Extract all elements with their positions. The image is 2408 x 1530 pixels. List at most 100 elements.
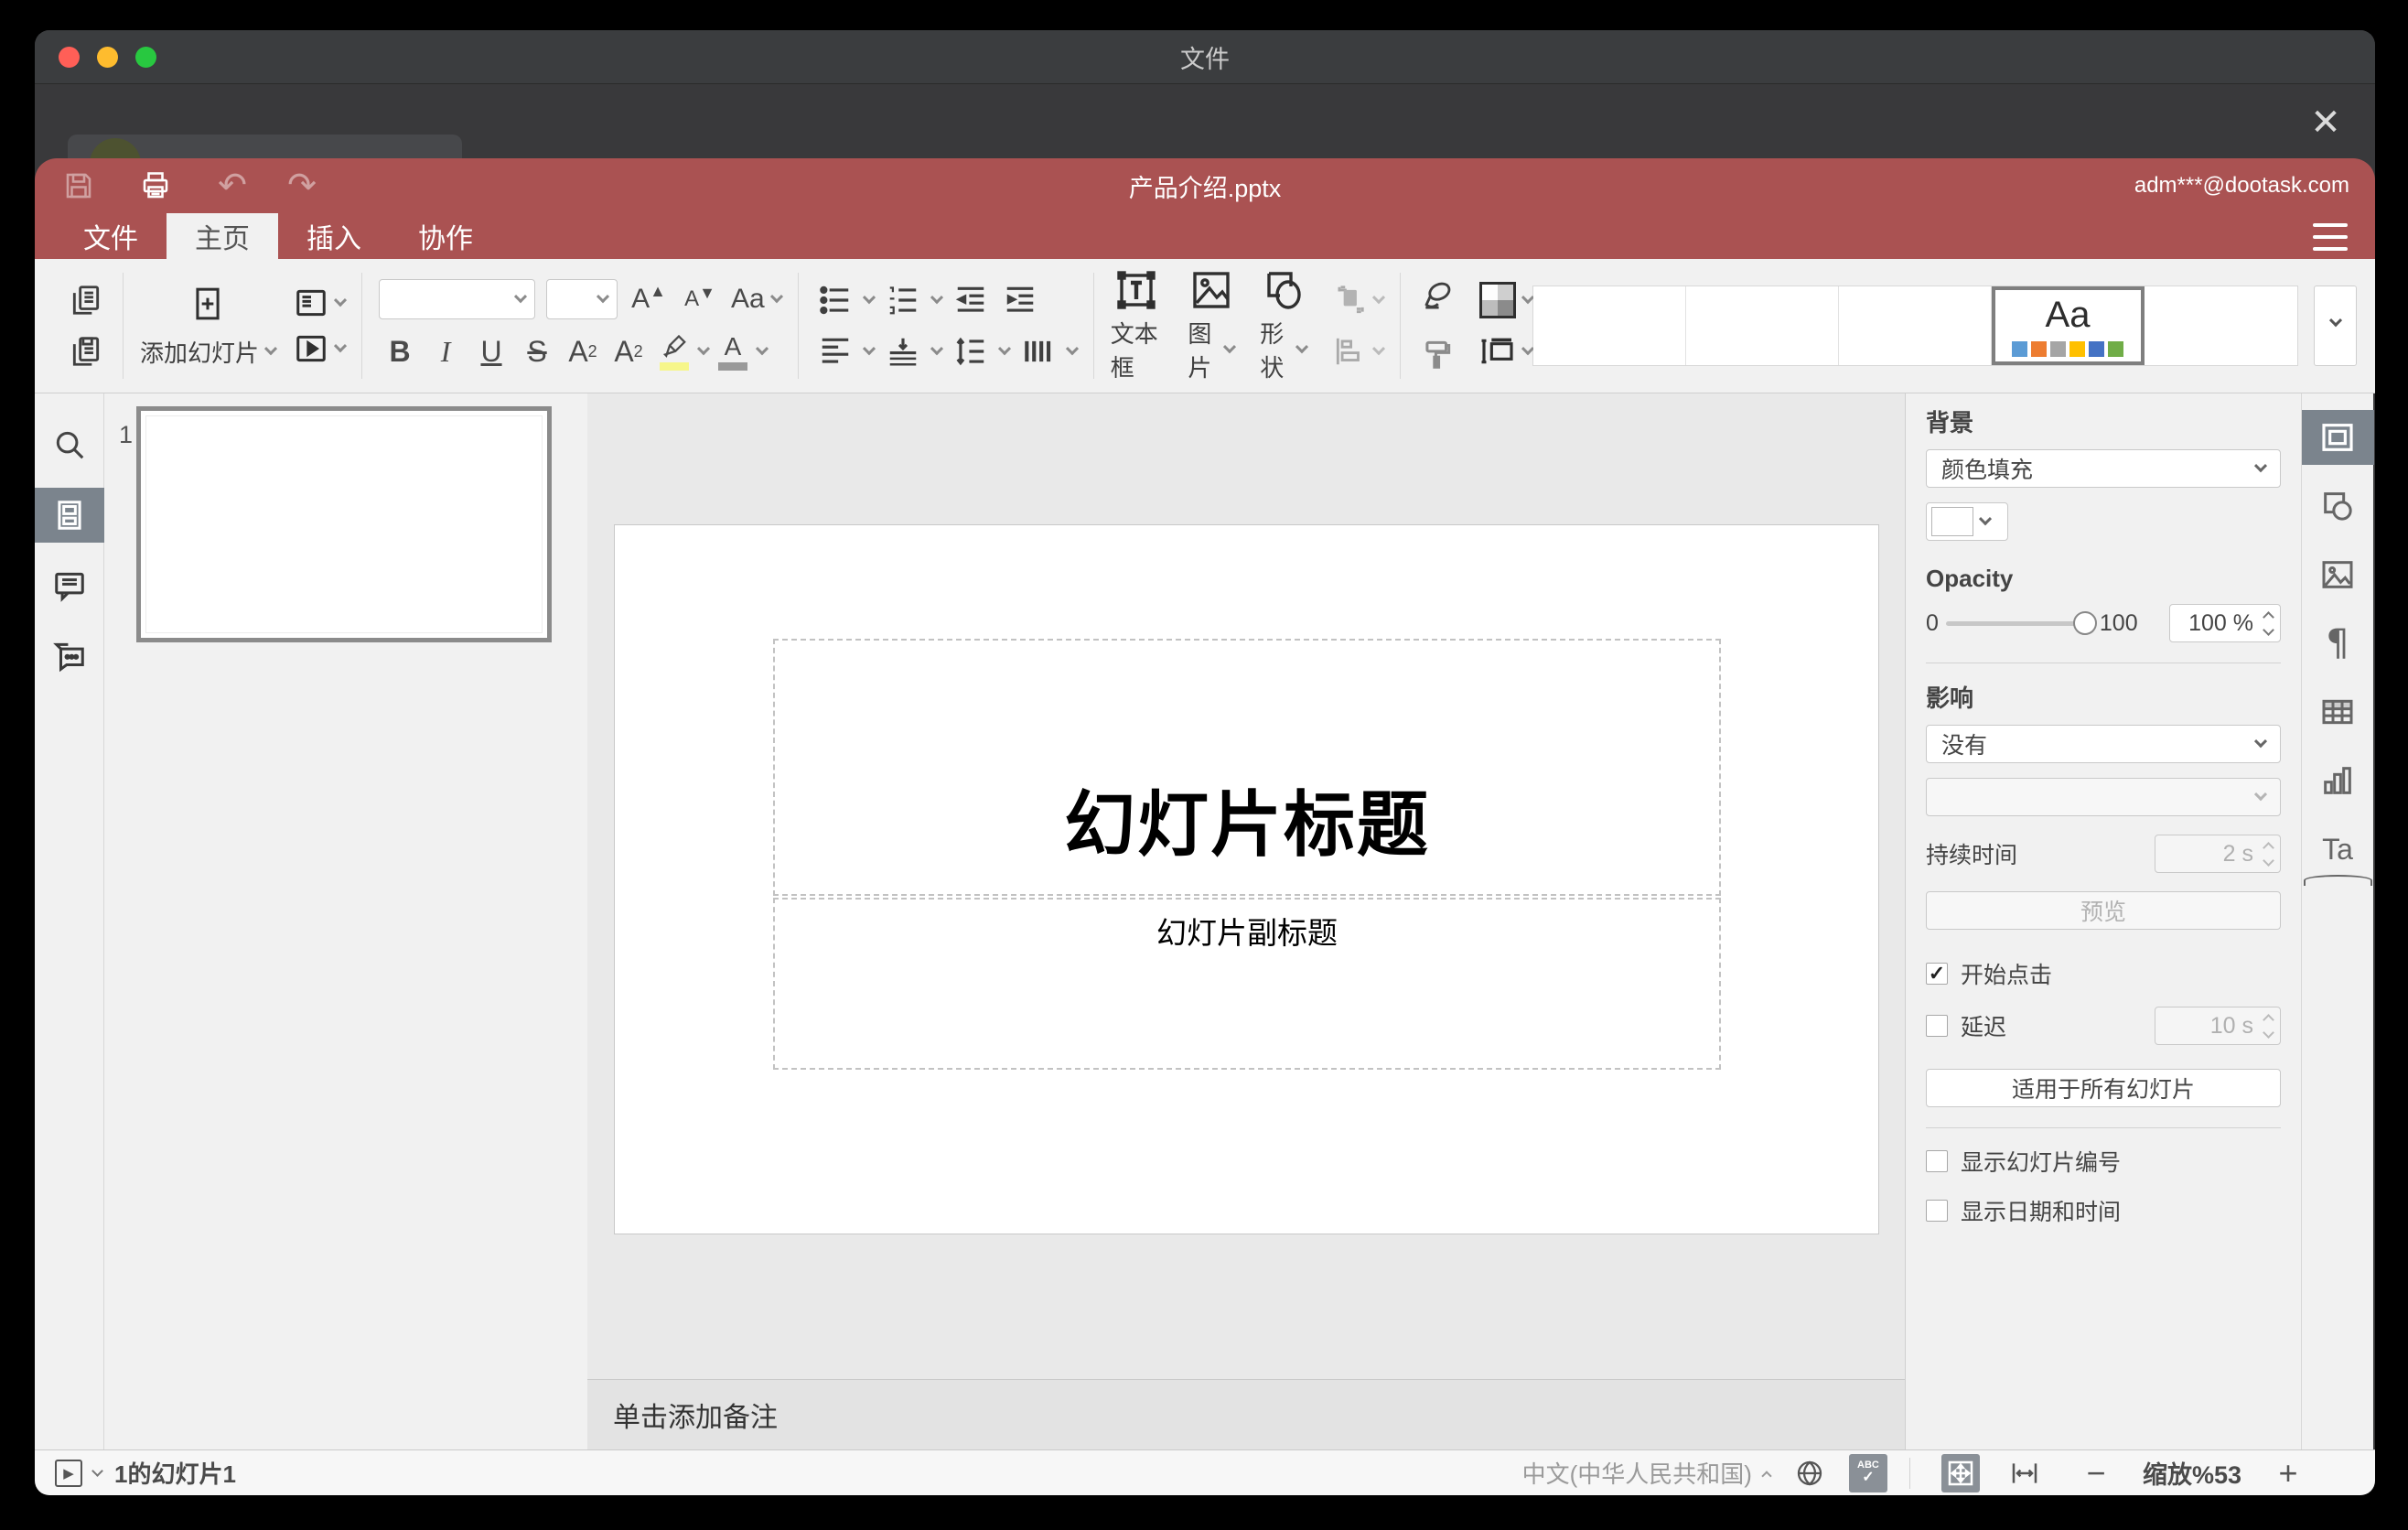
horizontal-align-icon[interactable] [815, 331, 855, 372]
background-color-picker[interactable] [1926, 502, 2008, 541]
background-fill-select[interactable]: 颜色填充 [1926, 449, 2281, 488]
shape-settings-icon[interactable] [2302, 479, 2374, 533]
insert-textbox-button[interactable]: 文本框 [1111, 268, 1163, 383]
superscript-icon[interactable]: A2 [562, 330, 604, 372]
slide-thumbnail[interactable] [136, 406, 552, 642]
editor-canvas[interactable]: 幻灯片标题 幻灯片副标题 [587, 393, 1905, 1379]
fit-width-icon[interactable] [2005, 1454, 2044, 1492]
insert-shape-button[interactable]: 形状 [1260, 268, 1309, 383]
show-date-time-checkbox[interactable] [1926, 1200, 1948, 1222]
paragraph-settings-icon[interactable]: ¶ [2302, 616, 2374, 671]
slide-title-text: 幻灯片标题 [1063, 784, 1430, 865]
chart-settings-icon[interactable] [2302, 753, 2374, 808]
theme-gallery-expand-button[interactable] [2314, 286, 2357, 366]
zoom-in-icon[interactable]: + [2273, 1454, 2304, 1492]
strikethrough-icon[interactable]: S [516, 330, 558, 372]
tab-file[interactable]: 文件 [55, 213, 167, 259]
preview-button[interactable]: 预览 [1926, 891, 2281, 930]
apply-to-all-slides-button[interactable]: 适用于所有幻灯片 [1926, 1069, 2281, 1107]
start-on-click-row[interactable]: ✓ 开始点击 [1926, 957, 2281, 990]
slide-layout-button[interactable] [294, 286, 348, 320]
table-settings-icon[interactable] [2302, 684, 2374, 739]
theme-colors-icon[interactable] [1479, 282, 1535, 318]
effect-type-select[interactable] [1926, 778, 2281, 816]
slide-settings-icon[interactable] [2301, 410, 2374, 465]
add-slide-button[interactable]: 添加幻灯片 [140, 335, 278, 369]
arrange-shape-icon[interactable] [1332, 283, 1386, 318]
copy-style-icon[interactable] [1417, 334, 1457, 374]
font-size-select[interactable] [546, 279, 618, 319]
start-on-click-checkbox[interactable]: ✓ [1926, 962, 1948, 985]
slide-position-label: 1的幻灯片1 [114, 1460, 236, 1488]
slide-size-icon[interactable] [1479, 333, 1535, 370]
toolbar: 添加幻灯片 A ▲ A ▼ Aa B I U S A 2 A 2 A 文本框 图… [35, 259, 2375, 393]
zoom-level-label: 缩放%53 [2142, 1461, 2241, 1489]
underline-icon[interactable]: U [470, 330, 512, 372]
subtitle-placeholder[interactable]: 幻灯片副标题 [773, 898, 1721, 1070]
document-language-button[interactable]: 中文(中华人民共和国) [1522, 1456, 1772, 1490]
highlight-color-icon[interactable] [653, 330, 695, 372]
numbered-list-icon[interactable] [883, 280, 923, 320]
opacity-spinner[interactable]: 100 % [2169, 604, 2281, 642]
opacity-label: Opacity [1926, 565, 2014, 592]
vertical-align-icon[interactable] [883, 331, 923, 372]
change-case-icon[interactable]: Aa [731, 279, 783, 319]
set-language-globe-icon[interactable] [1790, 1454, 1829, 1492]
font-color-icon[interactable]: A [712, 330, 754, 372]
theme-item-selected[interactable]: Aa [1992, 286, 2145, 365]
slides-panel-icon[interactable] [35, 488, 104, 543]
chat-icon[interactable] [35, 629, 104, 684]
italic-icon[interactable]: I [425, 330, 467, 372]
zoom-out-icon[interactable]: − [2080, 1454, 2112, 1492]
clear-style-icon[interactable] [1417, 277, 1457, 318]
delay-row: 延迟 10 s [1926, 1007, 2281, 1045]
theme-item[interactable] [1533, 286, 1687, 365]
theme-item[interactable] [1839, 286, 1993, 365]
bullet-list-icon[interactable] [815, 280, 855, 320]
line-spacing-icon[interactable] [951, 331, 991, 372]
opacity-slider[interactable] [1945, 610, 2097, 635]
tab-home[interactable]: 主页 [167, 213, 278, 259]
increase-font-icon[interactable]: A ▲ [629, 279, 669, 319]
add-slide-icon[interactable] [188, 284, 228, 324]
show-slide-number-row[interactable]: 显示幻灯片编号 [1926, 1145, 2281, 1178]
host-app-strip: ✕ [35, 84, 2375, 158]
notes-area[interactable]: 单击添加备注 [587, 1379, 1905, 1449]
close-icon[interactable]: ✕ [2304, 101, 2348, 145]
preview-options-chevron-icon[interactable] [91, 1465, 103, 1477]
subscript-icon[interactable]: A2 [607, 330, 650, 372]
slide-canvas[interactable]: 幻灯片标题 幻灯片副标题 [614, 524, 1879, 1234]
title-placeholder[interactable]: 幻灯片标题 [773, 639, 1721, 896]
columns-icon[interactable] [1018, 331, 1059, 372]
image-settings-icon[interactable] [2302, 547, 2374, 602]
effect-select[interactable]: 没有 [1926, 725, 2281, 763]
decrease-indent-icon[interactable] [951, 280, 991, 320]
tab-insert[interactable]: 插入 [278, 213, 390, 259]
bold-icon[interactable]: B [379, 330, 421, 372]
insert-image-button[interactable]: 图片 [1188, 268, 1237, 383]
theme-item[interactable] [1686, 286, 1840, 365]
increase-indent-icon[interactable] [1000, 280, 1040, 320]
fit-slide-icon[interactable] [1940, 1453, 1980, 1492]
show-date-time-row[interactable]: 显示日期和时间 [1926, 1194, 2281, 1227]
text-art-settings-icon[interactable]: Ta [2302, 822, 2374, 886]
document-title: 产品介绍.pptx [1128, 174, 1282, 202]
comments-icon[interactable] [35, 558, 104, 613]
show-slide-number-checkbox[interactable] [1926, 1150, 1948, 1172]
theme-item[interactable] [2145, 286, 2298, 365]
search-icon[interactable] [35, 417, 104, 472]
duration-spinner[interactable]: 2 s [2155, 835, 2281, 873]
menu-icon[interactable] [2313, 223, 2348, 251]
copy-icon[interactable] [66, 280, 106, 320]
decrease-font-icon[interactable]: A ▼ [680, 279, 720, 319]
start-preview-icon[interactable]: ▶ [55, 1459, 82, 1487]
align-shape-icon[interactable] [1332, 334, 1386, 369]
font-name-select[interactable] [379, 279, 536, 319]
opacity-slider-handle[interactable] [2072, 610, 2097, 635]
start-slideshow-button[interactable] [294, 331, 348, 366]
delay-checkbox[interactable] [1926, 1015, 1948, 1037]
paste-icon[interactable] [66, 331, 106, 372]
delay-spinner[interactable]: 10 s [2155, 1007, 2281, 1045]
tab-collaboration[interactable]: 协作 [390, 213, 501, 259]
spell-checking-icon[interactable]: ABC ✓ [1848, 1453, 1887, 1492]
